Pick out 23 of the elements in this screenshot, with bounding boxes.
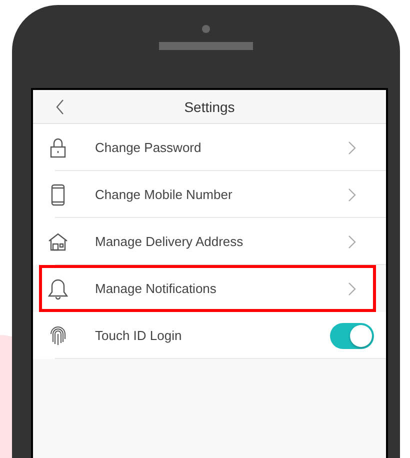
chevron-right-icon [348, 188, 356, 202]
house-icon [48, 232, 68, 250]
phone-icon [51, 184, 65, 206]
chevron-right-icon [348, 140, 356, 154]
highlighted-settings-row[interactable]: Manage Notifications [39, 265, 376, 312]
chevron-right-icon [348, 234, 356, 248]
row-label: Manage Delivery Address [95, 234, 244, 249]
bell-icon [48, 278, 68, 300]
row-label: Change Mobile Number [95, 187, 232, 202]
settings-row[interactable]: Change Mobile Number [33, 171, 386, 218]
row-label: Change Password [95, 140, 202, 155]
settings-row[interactable]: Change Password [33, 124, 386, 171]
row-label: Touch ID Login [95, 328, 182, 343]
settings-row[interactable]: Touch ID Login [33, 312, 386, 359]
camera-dot [202, 25, 210, 33]
lock-icon [50, 138, 66, 158]
back-icon[interactable] [55, 99, 65, 115]
chevron-right-icon [348, 282, 356, 296]
page-title: Settings [184, 98, 235, 114]
fingerprint-icon [49, 326, 67, 346]
row-label: Manage Notifications [95, 281, 216, 296]
settings-row[interactable]: Manage Delivery Address [33, 218, 386, 265]
toggle-switch[interactable] [330, 322, 374, 348]
